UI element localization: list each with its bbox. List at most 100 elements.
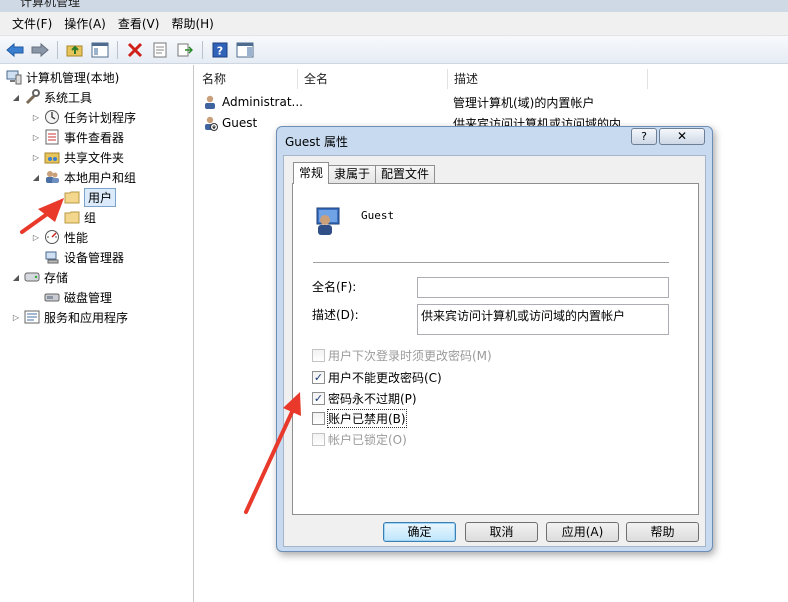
menu-view[interactable]: 查看(V)	[112, 13, 166, 35]
tree-label: 用户	[84, 187, 117, 207]
user-description: 管理计算机(域)的内置帐户	[453, 95, 595, 110]
checkbox-must-change-password: 用户下次登录时须更改密码(M)	[312, 346, 492, 364]
show-hide-tree-button[interactable]	[89, 39, 111, 61]
description-input[interactable]: 供来宾访问计算机或访问域的内置帐户	[417, 304, 669, 335]
checkbox-box	[312, 348, 325, 362]
help-button[interactable]: ?	[209, 39, 231, 61]
device-manager-icon	[45, 251, 59, 264]
help-dialog-button[interactable]: 帮助	[626, 522, 699, 542]
menu-file[interactable]: 文件(F)	[6, 13, 58, 35]
checkbox-account-locked: 帐户已锁定(O)	[312, 430, 407, 448]
expand-arrow-icon[interactable]: ▷	[30, 153, 42, 162]
tab-member-of[interactable]: 隶属于	[328, 165, 377, 184]
tree-label: 性能	[64, 230, 89, 245]
tree-label: 共享文件夹	[64, 150, 125, 165]
tree-node-disk-management[interactable]: 磁盘管理	[30, 287, 112, 307]
toolbar-separator	[117, 40, 118, 59]
console-tree-icon	[91, 42, 109, 57]
export-icon	[177, 43, 193, 56]
computer-management-icon	[6, 70, 22, 85]
cancel-button[interactable]: 取消	[465, 522, 538, 542]
tree-node-services-apps[interactable]: ▷ 服务和应用程序	[10, 307, 128, 327]
toolbar: ?	[0, 36, 788, 64]
tree-label: 设备管理器	[64, 250, 125, 265]
dialog-close-button[interactable]: ✕	[659, 128, 705, 145]
column-header-fullname[interactable]: 全名	[298, 69, 448, 89]
delete-button[interactable]	[124, 39, 146, 61]
list-item[interactable]: Administrat... 管理计算机(域)的内置帐户	[200, 92, 594, 112]
checkbox-account-disabled[interactable]: 账户已禁用(B)	[312, 408, 407, 428]
users-groups-icon	[46, 171, 59, 183]
tree-node-task-scheduler[interactable]: ▷ 任务计划程序	[30, 107, 136, 127]
checkbox-box	[312, 432, 325, 446]
folder-icon	[64, 211, 80, 224]
checkbox-label: 密码永不过期(P)	[328, 391, 417, 406]
up-level-button[interactable]	[64, 39, 86, 61]
action-pane-icon	[236, 42, 254, 57]
collapse-arrow-icon[interactable]: ◢	[30, 173, 42, 182]
collapse-arrow-icon[interactable]: ◢	[10, 93, 22, 102]
menu-action[interactable]: 操作(A)	[58, 13, 112, 35]
expand-arrow-icon[interactable]: ▷	[30, 113, 42, 122]
checkbox-box[interactable]	[312, 411, 325, 425]
back-arrow-icon	[6, 42, 24, 57]
dialog-title: Guest 属性	[285, 135, 349, 149]
tree-label: 本地用户和组	[64, 170, 137, 185]
column-header-name[interactable]: 名称	[196, 69, 298, 89]
tree-node-root[interactable]: 计算机管理(本地)	[4, 67, 119, 87]
properties-button[interactable]	[149, 39, 171, 61]
tree-node-shared-folders[interactable]: ▷ 共享文件夹	[30, 147, 124, 167]
fullname-input[interactable]	[417, 277, 669, 298]
checkbox-password-never-expires[interactable]: ✓ 密码永不过期(P)	[312, 389, 417, 407]
tab-profile[interactable]: 配置文件	[375, 165, 436, 184]
apply-button[interactable]: 应用(A)	[546, 522, 619, 542]
column-header-description[interactable]: 描述	[448, 69, 648, 89]
user-icon	[205, 95, 215, 109]
checkbox-label: 账户已禁用(B)	[327, 408, 407, 428]
tree-node-groups[interactable]: 组	[50, 207, 96, 227]
tree-node-performance[interactable]: ▷ 性能	[30, 227, 88, 247]
expand-arrow-icon[interactable]: ▷	[30, 133, 42, 142]
window-title-bar: 计算机管理	[0, 0, 788, 12]
tree-node-users[interactable]: 用户	[50, 187, 117, 207]
back-button[interactable]	[4, 39, 26, 61]
tab-general[interactable]: 常规	[293, 162, 330, 184]
services-icon	[24, 310, 40, 324]
window-title: 计算机管理	[20, 0, 81, 9]
show-action-pane-button[interactable]	[234, 39, 256, 61]
tree-node-storage[interactable]: ◢ 存储	[10, 267, 68, 287]
checkbox-cannot-change-password[interactable]: ✓ 用户不能更改密码(C)	[312, 368, 442, 386]
menu-help[interactable]: 帮助(H)	[165, 13, 219, 35]
tree-node-event-viewer[interactable]: ▷ 事件查看器	[30, 127, 124, 147]
properties-icon	[153, 42, 167, 57]
tree-node-system-tools[interactable]: ◢ 系统工具	[10, 87, 92, 107]
tree-label: 系统工具	[44, 90, 93, 105]
checkmark-icon[interactable]: ✓	[312, 391, 325, 405]
expand-arrow-icon[interactable]: ▷	[30, 233, 42, 242]
tree-node-local-users-groups[interactable]: ◢ 本地用户和组	[30, 167, 136, 187]
checkbox-label: 用户不能更改密码(C)	[328, 370, 442, 385]
description-label: 描述(D):	[312, 308, 359, 322]
console-tree: 计算机管理(本地) ◢ 系统工具 ▷ 任务计划程序 ▷ 事件查看器 ▷ 共享文件…	[0, 65, 194, 602]
clock-icon	[45, 110, 59, 124]
tree-label: 事件查看器	[64, 130, 125, 145]
ok-button[interactable]: 确定	[383, 522, 456, 542]
export-list-button[interactable]	[174, 39, 196, 61]
tree-node-device-manager[interactable]: 设备管理器	[30, 247, 124, 267]
dialog-help-button[interactable]: ?	[631, 128, 657, 145]
tree-label: 服务和应用程序	[44, 310, 129, 325]
forward-button[interactable]	[29, 39, 51, 61]
tree-label: 存储	[44, 270, 69, 285]
toolbar-separator	[202, 40, 203, 59]
menu-bar: 文件(F) 操作(A) 查看(V) 帮助(H)	[0, 12, 788, 36]
dialog-user-name: Guest	[361, 209, 395, 222]
collapse-arrow-icon[interactable]: ◢	[10, 273, 22, 282]
expand-arrow-icon[interactable]: ▷	[10, 313, 22, 322]
help-icon: ?	[212, 42, 228, 57]
delete-x-icon	[127, 42, 143, 57]
toolbar-separator	[57, 40, 58, 59]
disk-icon	[44, 293, 60, 302]
folder-icon	[64, 191, 80, 204]
event-viewer-icon	[45, 129, 59, 145]
checkmark-icon[interactable]: ✓	[312, 370, 325, 384]
